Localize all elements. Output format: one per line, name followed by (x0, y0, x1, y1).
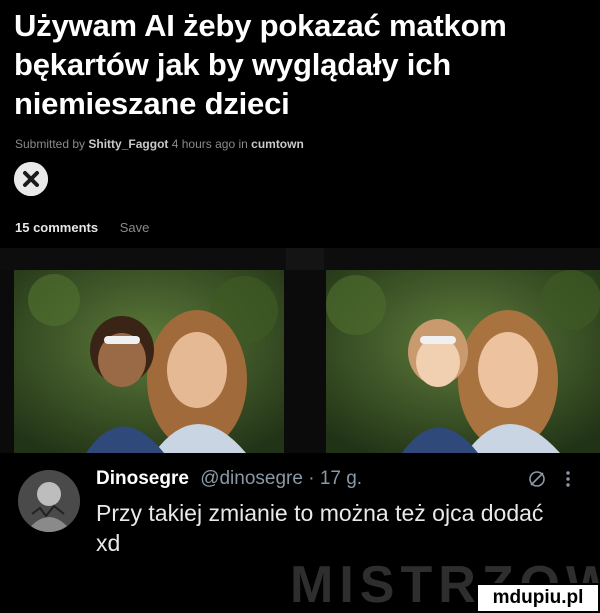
slashed-circle-icon[interactable] (528, 470, 546, 493)
comments-link[interactable]: 15 comments (15, 220, 98, 235)
tweet-handle-time[interactable]: @dinosegre · 17 g. (200, 468, 362, 489)
tweet-icons (514, 470, 571, 493)
image-top-band (0, 248, 600, 270)
edited-photo[interactable] (326, 270, 600, 453)
tweet-header: Dinosegre @dinosegre · 17 g. (96, 468, 362, 490)
avatar[interactable] (18, 470, 80, 532)
post-title[interactable]: Używam AI żeby pokazać matkom bękartów j… (14, 6, 592, 123)
save-link[interactable]: Save (120, 220, 150, 235)
image-comparison (0, 248, 600, 453)
community-link[interactable]: cumtown (251, 137, 304, 151)
more-vertical-icon[interactable] (565, 470, 571, 493)
mother-child-photo-edited (326, 270, 600, 453)
close-button[interactable] (14, 162, 48, 196)
tweet-text: Przy takiej zmianie to można też ojca do… (96, 500, 544, 556)
meta-time: 4 hours ago in (171, 137, 248, 151)
site-badge[interactable]: mdupiu.pl (476, 583, 600, 613)
post-meta: Submitted by Shitty_Faggot 4 hours ago i… (15, 137, 304, 151)
tweet-author-name[interactable]: Dinosegre (96, 468, 189, 489)
meta-prefix: Submitted by (15, 137, 86, 151)
avatar-image (18, 470, 80, 532)
author-link[interactable]: Shitty_Faggot (88, 137, 168, 151)
close-x-icon (14, 162, 48, 196)
original-photo[interactable] (14, 270, 284, 453)
post-actions: 15 comments Save (15, 220, 149, 235)
mother-child-photo-original (14, 270, 284, 453)
